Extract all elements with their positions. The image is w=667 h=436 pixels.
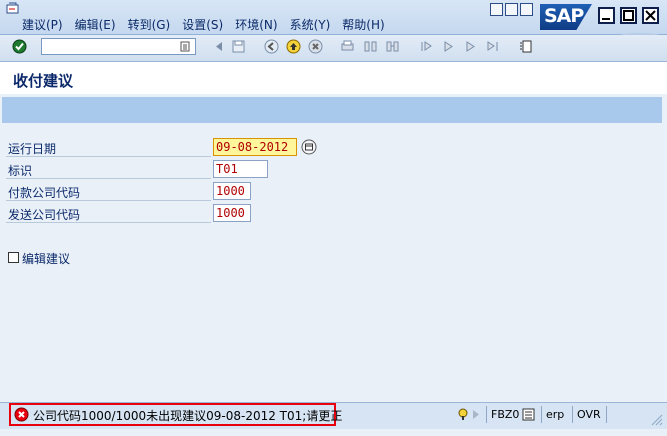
next-page-icon[interactable] [463, 39, 478, 54]
layout-menu-icon[interactable] [518, 39, 533, 54]
previous-page-icon[interactable] [441, 39, 456, 54]
field-divider [6, 222, 211, 223]
back-arrow-icon[interactable] [212, 39, 227, 54]
menu-goto[interactable]: 转到(G) [128, 16, 171, 33]
resize-grip-icon[interactable] [649, 412, 663, 426]
find-next-icon[interactable] [385, 39, 400, 54]
run-date-input[interactable]: 09-08-2012 [213, 138, 297, 156]
menu-bar: 建议(P) 编辑(E) 转到(G) 设置(S) 环境(N) 系统(Y) 帮助(H… [0, 0, 667, 35]
transaction-code: FBZ0 [486, 406, 519, 423]
menu-help[interactable]: 帮助(H) [342, 16, 384, 33]
server-icon[interactable] [522, 408, 535, 421]
find-icon[interactable] [363, 39, 378, 54]
system-info-icon[interactable] [457, 408, 469, 421]
status-message[interactable]: 公司代码1000/1000未出现建议09-08-2012 T01;请更正 [33, 407, 342, 424]
sending-company-code-label: 发送公司代码 [8, 208, 81, 222]
edit-proposal-checkbox[interactable] [8, 252, 19, 263]
save-icon[interactable] [231, 39, 246, 54]
last-page-icon[interactable] [485, 39, 500, 54]
identification-input[interactable]: T01 [213, 160, 268, 178]
menu-settings[interactable]: 设置(S) [182, 16, 223, 33]
close-session-icon[interactable] [520, 3, 533, 16]
back-icon[interactable] [264, 39, 279, 54]
command-field[interactable] [41, 38, 196, 55]
field-divider [6, 156, 211, 157]
standard-toolbar [0, 35, 667, 62]
cancel-icon[interactable] [308, 39, 323, 54]
command-history-icon[interactable] [180, 41, 191, 52]
enter-icon[interactable] [12, 39, 27, 54]
edit-proposal-label: 编辑建议 [22, 252, 71, 266]
run-date-label: 运行日期 [8, 142, 57, 156]
field-divider [6, 178, 211, 179]
page-title: 收付建议 [13, 72, 74, 90]
insert-mode[interactable]: OVR [572, 406, 606, 423]
system-name: erp [541, 406, 572, 423]
identification-label: 标识 [8, 164, 33, 178]
error-icon [14, 407, 29, 422]
field-divider [6, 200, 211, 201]
menu-environment[interactable]: 环境(N) [235, 16, 277, 33]
paying-company-code-input[interactable]: 1000 [213, 182, 251, 200]
status-spacer [606, 406, 634, 423]
minimize-session-icon[interactable] [490, 3, 503, 16]
title-area: 收付建议 [0, 62, 667, 94]
paying-company-code-label: 付款公司代码 [8, 186, 81, 200]
menu-system[interactable]: 系统(Y) [290, 16, 331, 33]
sap-logo-text: SAP [544, 5, 584, 27]
app-menu-icon[interactable] [6, 2, 20, 14]
exit-icon[interactable] [286, 39, 301, 54]
calendar-icon[interactable] [301, 139, 317, 155]
print-icon[interactable] [340, 39, 355, 54]
application-toolbar [2, 97, 662, 123]
first-page-icon[interactable] [419, 39, 434, 54]
menu-edit[interactable]: 编辑(E) [75, 16, 116, 33]
menu-suggestion[interactable]: 建议(P) [22, 16, 63, 33]
sending-company-code-input[interactable]: 1000 [213, 204, 251, 222]
expand-status-icon[interactable] [472, 409, 480, 420]
restore-session-icon[interactable] [505, 3, 518, 16]
